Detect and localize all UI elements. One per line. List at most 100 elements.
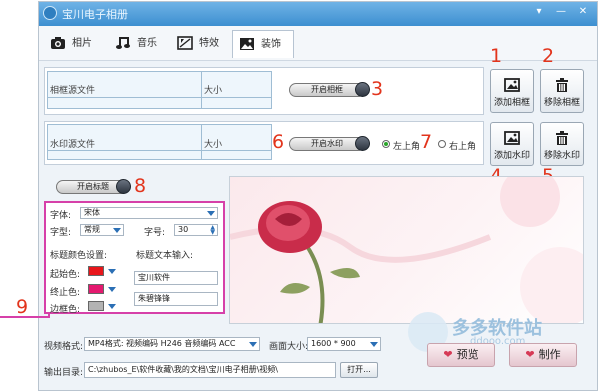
tab-effects-label: 特效 bbox=[199, 38, 219, 49]
watermark-col-size: 大小 bbox=[204, 140, 223, 150]
border-color-swatch[interactable] bbox=[88, 301, 104, 311]
start-color-label: 起始色: bbox=[50, 270, 81, 280]
output-dir-input[interactable]: C:\zhubos_E\软件收藏\我的文档\宝川电子相册\视频\ bbox=[84, 362, 336, 378]
style-label: 字型: bbox=[50, 228, 72, 238]
callout-1: 1 bbox=[490, 45, 503, 67]
frame-table-divider bbox=[201, 71, 202, 109]
music-icon bbox=[116, 37, 130, 49]
frame-col-source: 相框源文件 bbox=[50, 86, 96, 96]
add-watermark-button[interactable]: 添加水印 bbox=[490, 122, 534, 166]
color-header: 标题颜色设置: bbox=[50, 251, 108, 261]
chevron-down-icon[interactable] bbox=[108, 287, 116, 292]
image-icon bbox=[504, 131, 520, 145]
font-label: 字体: bbox=[50, 211, 72, 221]
position-top-right-label[interactable]: 右上角 bbox=[449, 139, 476, 152]
image-icon bbox=[504, 78, 520, 92]
position-top-left-radio[interactable] bbox=[382, 140, 390, 148]
tab-photos-label: 相片 bbox=[72, 38, 92, 49]
chevron-down-icon bbox=[113, 228, 121, 233]
chevron-down-icon[interactable] bbox=[108, 304, 116, 309]
video-format-label: 视频格式: bbox=[44, 342, 84, 352]
tab-decorate-label: 装饰 bbox=[261, 39, 281, 50]
frame-size-select[interactable]: 1600 * 900 bbox=[307, 337, 381, 351]
rose-image bbox=[230, 177, 583, 323]
menu-dropdown-button[interactable]: ▾ bbox=[529, 4, 549, 20]
frame-col-size: 大小 bbox=[204, 86, 223, 96]
effects-icon bbox=[177, 36, 193, 50]
heart-icon: ❤ bbox=[525, 348, 535, 361]
video-format-select[interactable]: MP4格式: 视频编码 H246 音频编码 ACC bbox=[84, 337, 260, 351]
size-label: 字号: bbox=[144, 228, 166, 238]
output-dir-label: 输出目录: bbox=[44, 368, 84, 378]
size-stepper[interactable]: 30 ▲ ▼ bbox=[174, 224, 218, 236]
app-title: 宝川电子相册 bbox=[62, 8, 128, 21]
preview-area bbox=[229, 176, 584, 324]
style-value: 常规 bbox=[84, 225, 100, 234]
remove-watermark-button[interactable]: 移除水印 bbox=[540, 122, 584, 166]
font-value: 宋体 bbox=[84, 208, 100, 217]
video-format-value: MP4格式: 视频编码 H246 音频编码 ACC bbox=[88, 339, 236, 348]
tab-decorate[interactable]: 装饰 bbox=[232, 30, 294, 58]
chevron-down-icon[interactable] bbox=[108, 269, 116, 274]
title-text-input-2[interactable]: 朱碧锋锋 bbox=[134, 292, 218, 306]
preview-label: 预览 bbox=[456, 348, 479, 361]
start-color-swatch[interactable] bbox=[88, 266, 104, 276]
minimize-button[interactable]: — bbox=[551, 4, 571, 20]
add-frame-label: 添加相框 bbox=[493, 98, 530, 108]
callout-9-line-tick bbox=[48, 312, 50, 318]
frame-size-value: 1600 * 900 bbox=[311, 339, 356, 348]
callout-8: 8 bbox=[134, 175, 147, 197]
add-frame-button[interactable]: 添加相框 bbox=[490, 69, 534, 113]
frame-toggle[interactable]: 开启相框 bbox=[289, 83, 365, 97]
radio-selected-dot bbox=[384, 142, 388, 146]
remove-frame-label: 移除相框 bbox=[543, 98, 580, 108]
border-color-label: 边框色: bbox=[50, 305, 81, 315]
callout-7: 7 bbox=[420, 131, 433, 153]
watermark-table-rowline bbox=[47, 150, 272, 151]
chevron-down-icon bbox=[370, 342, 378, 347]
image-icon bbox=[240, 38, 254, 50]
watermark-toggle[interactable]: 开启水印 bbox=[289, 137, 365, 151]
title-toggle-knob[interactable] bbox=[116, 179, 131, 194]
end-color-label: 终止色: bbox=[50, 288, 81, 298]
tab-music-label: 音乐 bbox=[137, 38, 157, 49]
size-value: 30 bbox=[178, 225, 189, 234]
callout-9-line bbox=[0, 316, 50, 318]
remove-frame-button[interactable]: 移除相框 bbox=[540, 69, 584, 113]
preview-button[interactable]: ❤ 预览 bbox=[427, 343, 495, 367]
position-top-left-label[interactable]: 左上角 bbox=[393, 139, 420, 152]
font-select[interactable]: 宋体 bbox=[80, 207, 218, 219]
close-button[interactable]: ✕ bbox=[573, 4, 593, 20]
callout-2: 2 bbox=[542, 45, 555, 67]
title-text-input-1[interactable]: 宝川软件 bbox=[134, 271, 218, 285]
camera-icon bbox=[51, 37, 65, 49]
watermark-col-source: 水印源文件 bbox=[50, 140, 96, 150]
app-logo-icon bbox=[43, 6, 57, 20]
chevron-down-icon bbox=[249, 342, 257, 347]
chevron-down-icon bbox=[207, 211, 215, 216]
frame-table-rowline bbox=[47, 97, 272, 98]
text-header: 标题文本输入: bbox=[136, 251, 194, 261]
frame-size-label: 画面大小: bbox=[269, 342, 309, 352]
callout-6: 6 bbox=[272, 131, 285, 153]
make-label: 制作 bbox=[538, 348, 561, 361]
heart-icon: ❤ bbox=[443, 348, 453, 361]
make-button[interactable]: ❤ 制作 bbox=[509, 343, 577, 367]
callout-3: 3 bbox=[371, 78, 384, 100]
open-folder-button[interactable]: 打开... bbox=[340, 362, 378, 378]
position-top-right-radio[interactable] bbox=[438, 140, 446, 148]
remove-watermark-label: 移除水印 bbox=[543, 151, 580, 161]
watermark-table-divider bbox=[201, 124, 202, 160]
frame-toggle-knob[interactable] bbox=[355, 82, 370, 97]
stepper-arrows-icon[interactable]: ▲ ▼ bbox=[210, 225, 215, 236]
style-select[interactable]: 常规 bbox=[80, 224, 124, 236]
add-watermark-label: 添加水印 bbox=[493, 151, 530, 161]
tab-effects[interactable]: 特效 bbox=[177, 30, 219, 58]
watermark-toggle-knob[interactable] bbox=[355, 136, 370, 151]
tab-music[interactable]: 音乐 bbox=[115, 30, 157, 58]
callout-9: 9 bbox=[16, 296, 29, 318]
trash-icon bbox=[556, 131, 568, 145]
end-color-swatch[interactable] bbox=[88, 284, 104, 294]
tab-photos[interactable]: 相片 bbox=[50, 30, 92, 58]
trash-icon bbox=[556, 78, 568, 92]
